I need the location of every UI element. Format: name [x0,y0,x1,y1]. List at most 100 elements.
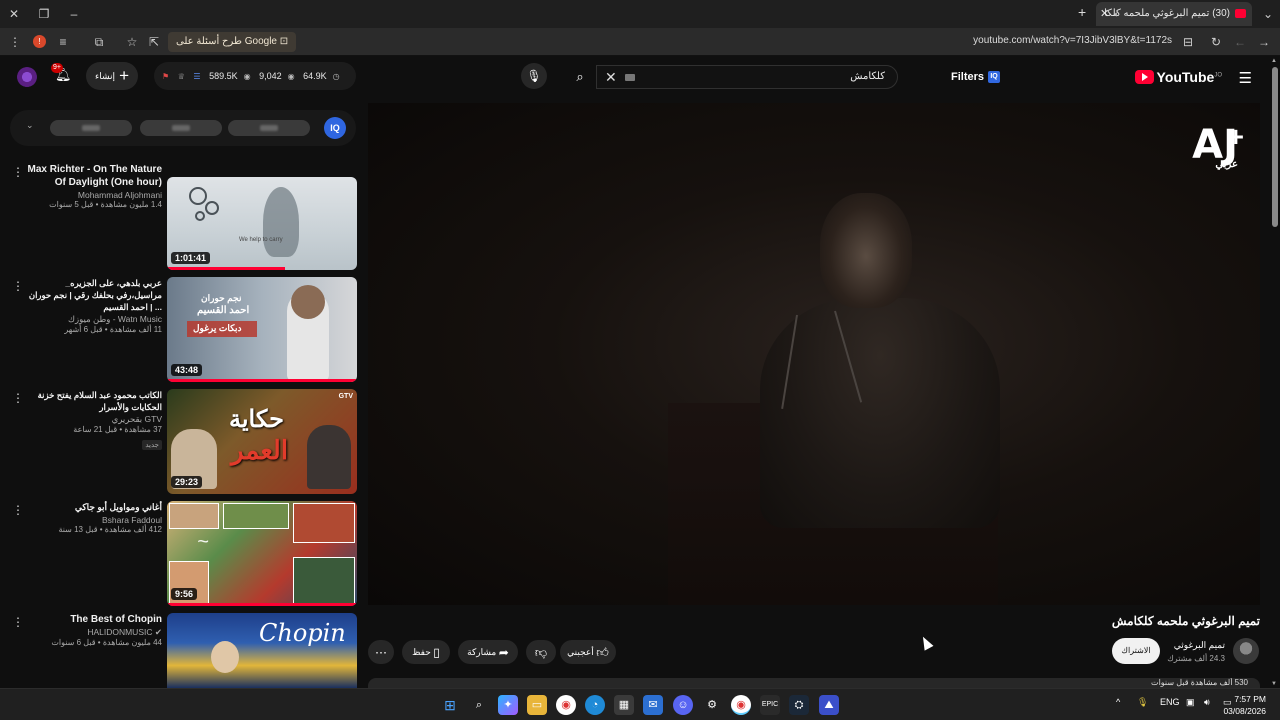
chip-2[interactable] [140,120,222,136]
share-button[interactable]: مشاركة ➦ [458,640,518,664]
channel-avatar[interactable] [1233,638,1259,664]
extension-alert-icon[interactable]: ! [33,35,46,48]
share-page-icon[interactable]: ⇱ [145,33,163,51]
tray-overflow-icon[interactable]: ^ [1116,697,1120,707]
keyboard-icon[interactable] [625,74,635,81]
mic-tray-icon[interactable]: 🎙︎ [1137,697,1148,708]
reload-icon[interactable]: ↻ [1207,33,1225,51]
create-button[interactable]: إنشاء + [86,62,138,90]
app-icon[interactable]: ⛰ [819,695,839,715]
more-actions-icon[interactable]: ⋮ [12,503,24,517]
more-actions-icon[interactable]: ⋮ [12,165,24,179]
channel-name[interactable]: وطن ميوزك - Watn Music [24,314,162,325]
scroll-up-icon[interactable]: ▲ [1271,58,1277,64]
video-title[interactable]: أغاني ومواويل أبو جاكي [24,501,162,514]
channel-name[interactable]: HALIDONMUSIC ✔︎ [24,627,162,638]
dislike-button[interactable]: 👎︎ [526,640,556,664]
video-title[interactable]: Max Richter - On The Nature Of Daylight … [24,163,162,189]
list-item[interactable]: ⋮ الكاتب محمود عبد السلام يفتح خزنة الحك… [0,389,360,497]
copilot-icon[interactable]: ✦ [498,695,518,715]
video-title[interactable]: عربي بلدهي، على الجزيره_ مراسيل،رفي بحلف… [24,277,162,313]
list-item[interactable]: ⋮ Max Richter - On The Nature Of Dayligh… [0,163,360,273]
settings-gear-icon[interactable]: ⚙ [702,695,722,715]
scroll-down-icon[interactable]: ▼ [1271,681,1277,687]
thumbnail[interactable]: ~ 9:56 [167,501,357,606]
thumbnail[interactable]: We help to carry 1:01:41 [167,177,357,270]
guide-menu-icon[interactable]: ☰ [1239,69,1252,87]
extensions-icon[interactable]: ⧉ [90,33,108,51]
thumbnail[interactable]: GTV حكاية العمر 29:23 [167,389,357,494]
filters-button[interactable]: Filters IQ [951,67,1001,87]
thumb-banner-text: دبكات يرغول [193,323,242,333]
site-settings-icon[interactable]: ⊟ [1179,33,1197,51]
epic-games-icon[interactable]: EPIC [760,695,780,715]
search-button[interactable]: ⌕ [566,65,594,89]
chevron-down-icon[interactable]: ⌄ [26,120,34,131]
chip-3[interactable] [228,120,310,136]
ask-google-button[interactable]: طرح أسئلة على Google ⊡ [168,32,297,52]
close-window-icon[interactable]: ✕ [4,4,24,24]
store-icon[interactable]: ▦ [614,695,634,715]
edge-icon[interactable]: ◔ [585,695,605,715]
like-button[interactable]: أعجبني 👍︎ [560,640,616,664]
video-title[interactable]: الكاتب محمود عبد السلام يفتح خزنة الحكاي… [24,389,162,413]
chip-1[interactable] [50,120,132,136]
channel-name[interactable]: Mohammad Aljohmani [24,190,162,200]
back-icon[interactable]: → [1255,33,1273,51]
watch-progress [167,267,285,270]
thumbnail[interactable]: Chopin [167,613,357,688]
channel-name[interactable]: Bshara Faddoul [24,515,162,525]
restore-icon[interactable]: ❐ [34,4,54,24]
page-scrollbar[interactable]: ▲ ▼ [1270,57,1280,688]
search-input[interactable]: ✕ كلكامش [596,65,898,89]
language-indicator[interactable]: ENG [1160,697,1180,707]
description-box[interactable]: 530 ألف مشاهدة قبل سنوات [368,678,1260,688]
channel-name-main[interactable]: تميم البرغوثي [1174,640,1225,651]
more-actions-icon[interactable]: ⋮ [12,279,24,293]
close-tab-icon[interactable]: ✕ [1100,2,1109,26]
video-player[interactable]: AJ + عربي [368,103,1260,605]
list-item[interactable]: ⋮ عربي بلدهي، على الجزيره_ مراسيل،رفي بح… [0,277,360,385]
channel-name[interactable]: بقحريري GTV [24,414,162,425]
mail-icon[interactable]: ✉ [643,695,663,715]
clear-search-icon[interactable]: ✕ [605,69,617,86]
save-button[interactable]: حفظ ▯ [402,640,450,664]
list-item[interactable]: ⋮ أغاني ومواويل أبو جاكي Bshara Faddoul … [0,501,360,609]
ask-google-label: طرح أسئلة على Google [176,36,277,47]
reading-list-icon[interactable]: ≡ [54,33,72,51]
bookmark-star-icon[interactable]: ☆ [123,33,141,51]
mute-tab-icon[interactable]: ◐ [1114,2,1119,26]
thumbnail[interactable]: نجم حوران احمد القسيم دبكات يرغول 43:48 [167,277,357,382]
list-item[interactable]: ⋮ The Best of Chopin HALIDONMUSIC ✔︎ 44 … [0,613,360,688]
account-avatar[interactable] [17,67,37,87]
scrollbar-thumb[interactable] [1272,67,1278,227]
new-tab-button[interactable]: + [1078,4,1086,20]
volume-icon[interactable]: 🔊︎ [1204,697,1210,708]
tab-youtube[interactable]: (30) تميم البرغوثي ملحمه كلكا ◐ ✕ [1096,2,1252,26]
voice-search-button[interactable]: 🎙︎ [521,63,547,89]
minimize-icon[interactable]: – [64,4,84,24]
more-actions-icon[interactable]: ⋮ [12,615,24,629]
more-actions-icon[interactable]: ⋮ [12,391,24,405]
logo-text: YouTube [1156,69,1215,85]
start-windows-icon[interactable]: ⊞ [440,695,460,715]
video-title[interactable]: The Best of Chopin [24,613,162,626]
youtube-logo[interactable]: YouTubeJO [1134,69,1222,85]
taskbar-search-icon[interactable]: ⌕ [469,695,489,715]
menu-dots-icon[interactable]: ⋮ [6,33,24,51]
url-field[interactable]: youtube.com/watch?v=7I3JibV3lBY&t=1172s [973,35,1172,46]
more-options-button[interactable]: ⋯ [368,640,394,664]
chrome-icon[interactable]: ◉ [556,695,576,715]
discord-icon[interactable]: ☺ [673,695,693,715]
system-clock[interactable]: 7:57 PM 03/08/2026 [1223,693,1266,717]
subscribe-button[interactable]: الاشتراك [1112,638,1160,664]
forward-icon[interactable]: ← [1231,33,1249,51]
stat-mid: 9,042 [259,71,282,81]
iq-extension-button[interactable]: IQ [324,117,346,139]
chrome-active-icon[interactable]: ◉ [731,695,751,715]
tab-list-icon[interactable]: ⌄ [1258,4,1278,24]
notifications-bell-icon[interactable]: 🔔︎ 9+ [51,63,72,83]
network-icon[interactable]: ▣ [1186,697,1195,708]
steam-icon[interactable]: ⛭ [789,695,809,715]
file-explorer-icon[interactable]: ▭ [527,695,547,715]
